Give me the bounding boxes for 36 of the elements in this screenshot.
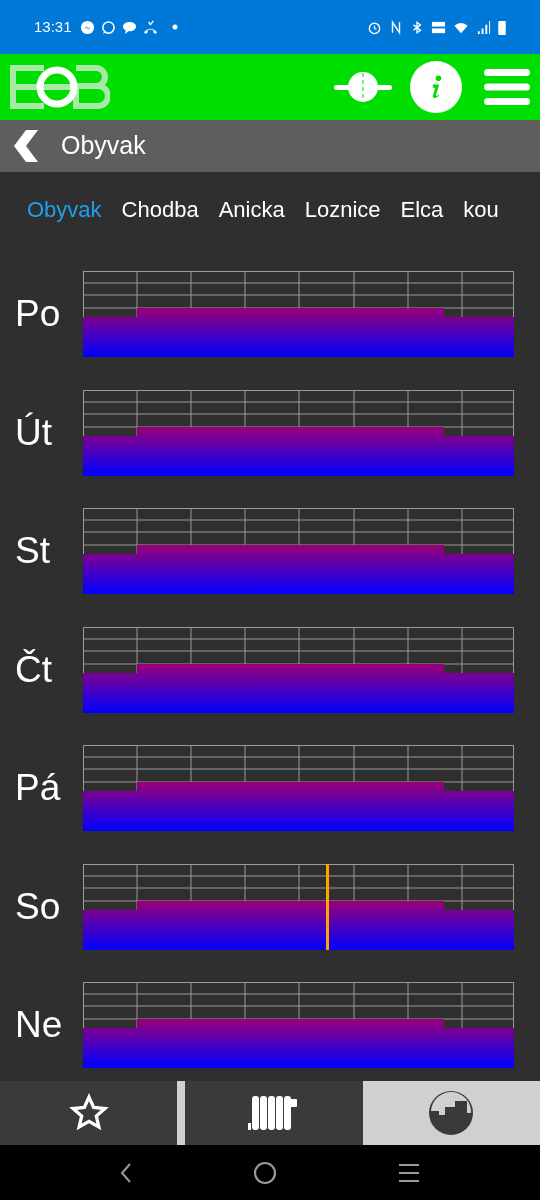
room-tab[interactable]: Elca bbox=[400, 196, 444, 224]
missed-call-icon bbox=[142, 19, 158, 35]
dot-icon bbox=[171, 24, 178, 30]
day-label: Po bbox=[14, 292, 62, 337]
clock: 13:31 bbox=[34, 16, 72, 37]
room-tab[interactable]: Anicka bbox=[218, 196, 285, 224]
day-label: Pá bbox=[14, 766, 62, 811]
chevron-left-icon bbox=[12, 130, 38, 162]
recents-icon[interactable] bbox=[397, 1162, 420, 1183]
menu-icon bbox=[484, 69, 530, 105]
back-icon[interactable] bbox=[120, 1162, 133, 1183]
day-label: Út bbox=[14, 410, 53, 455]
back-button[interactable] bbox=[12, 129, 40, 163]
day-label: So bbox=[14, 884, 62, 929]
room-tab[interactable]: Chodba bbox=[121, 196, 199, 224]
room-tab[interactable]: kou bbox=[463, 196, 499, 224]
bluetooth-icon bbox=[410, 19, 424, 35]
day-label: Ne bbox=[14, 1003, 64, 1048]
plug-icon bbox=[334, 72, 392, 102]
nav-tab[interactable] bbox=[0, 1081, 178, 1145]
room-tab[interactable]: Obyvak bbox=[27, 196, 102, 224]
message-icon bbox=[121, 19, 137, 35]
chat-icon bbox=[100, 19, 116, 35]
messenger-icon bbox=[79, 19, 95, 35]
battery-icon bbox=[498, 19, 506, 35]
nfc-icon bbox=[389, 19, 403, 35]
day-label: Čt bbox=[14, 647, 53, 692]
schedule-icon bbox=[427, 1089, 476, 1137]
signal-icon bbox=[476, 19, 491, 35]
room-tab[interactable]: Loznice bbox=[304, 196, 381, 224]
page-title: Obyvak bbox=[61, 130, 146, 162]
nav-tab[interactable] bbox=[362, 1081, 540, 1145]
radiator-icon bbox=[248, 1095, 300, 1131]
home-icon[interactable] bbox=[253, 1160, 277, 1185]
day-label: St bbox=[14, 529, 51, 574]
nav-tab[interactable] bbox=[185, 1081, 363, 1145]
